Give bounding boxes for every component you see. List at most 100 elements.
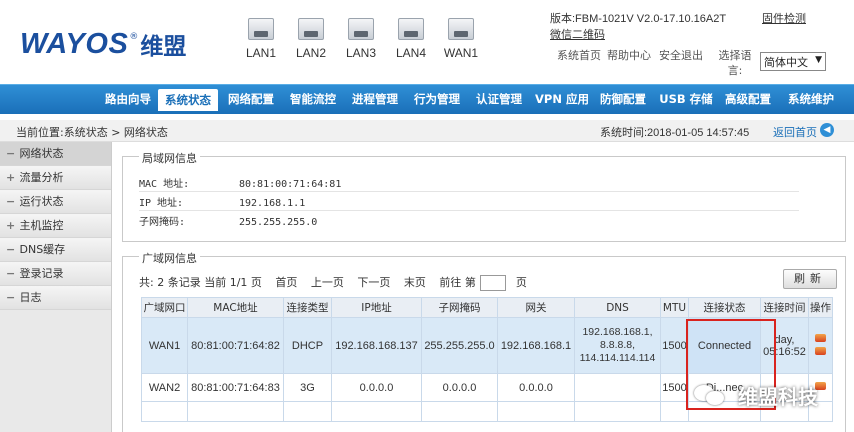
lan-ip-row: IP 地址: 192.168.1.1 <box>139 194 305 209</box>
sidebar-item-run-status[interactable]: − 运行状态 <box>0 190 111 214</box>
port-lan3: LAN3 <box>336 18 386 60</box>
dropdown-arrow-icon: ▼ <box>815 55 822 65</box>
help-center-link[interactable]: 帮助中心 <box>606 48 652 63</box>
sidebar-item-label: 运行状态 <box>19 195 64 208</box>
ethernet-port-icon <box>448 18 474 40</box>
divider <box>139 191 799 192</box>
system-home-link[interactable]: 系统首页 <box>556 48 602 63</box>
goto-label: 前往 第 <box>439 276 476 289</box>
time-line: 05:16:52 <box>763 345 806 358</box>
cell-port: WAN2 <box>141 373 188 402</box>
ethernet-port-icon <box>298 18 324 40</box>
sidebar-item-label: 网络状态 <box>19 147 64 160</box>
nav-system-status[interactable]: 系统状态 <box>158 89 218 111</box>
language-select[interactable]: 简体中文 ▼ <box>760 52 826 71</box>
cell-mac: 80:81:00:71:64:83 <box>187 373 284 402</box>
firmware-check-link[interactable]: 固件检测 <box>762 10 806 26</box>
sidebar-item-host-monitor[interactable]: + 主机监控 <box>0 214 111 238</box>
wan-panel-title: 广域网信息 <box>139 250 200 266</box>
nav-behavior-mgmt[interactable]: 行为管理 <box>407 85 467 114</box>
breadcrumb: 当前位置:系统状态 > 网络状态 <box>16 126 168 139</box>
collapse-icon: − <box>6 147 16 160</box>
nav-advanced-config[interactable]: 高级配置 <box>718 85 778 114</box>
col-mtu: MTU <box>660 297 689 318</box>
language-value: 简体中文 <box>764 56 808 69</box>
location-bar: 当前位置:系统状态 > 网络状态 系统时间:2018-01-05 14:57:4… <box>0 120 854 142</box>
dns-line: 114.114.114.114 <box>579 352 656 364</box>
col-ip: IP地址 <box>331 297 422 318</box>
cell-mtu: 1500 <box>660 317 689 374</box>
sidebar-item-network-status[interactable]: − 网络状态 <box>0 142 111 166</box>
logout-link[interactable]: 安全退出 <box>658 48 704 63</box>
sidebar: − 网络状态 + 流量分析 − 运行状态 + 主机监控 − DNS缓存 − 登录… <box>0 142 112 432</box>
cell-mask: 255.255.255.0 <box>421 317 498 374</box>
time-line: day, <box>774 333 795 346</box>
table-row: WAN1 80:81:00:71:64:82 DHCP 192.168.168.… <box>141 317 833 374</box>
port-label: LAN1 <box>245 46 277 60</box>
last-page-link[interactable]: 末页 <box>404 276 426 289</box>
expand-icon: + <box>6 171 16 184</box>
prev-page-link[interactable]: 上一页 <box>311 276 344 289</box>
collapse-icon: − <box>6 243 16 256</box>
sidebar-item-login-records[interactable]: − 登录记录 <box>0 262 111 286</box>
lan-panel-title: 局域网信息 <box>139 150 200 166</box>
nav-system-maintenance[interactable]: 系统维护 <box>781 85 841 114</box>
nav-auth-mgmt[interactable]: 认证管理 <box>469 85 529 114</box>
cell-dns: 192.168.168.1, 8.8.8.8, 114.114.114.114 <box>574 317 661 374</box>
sidebar-item-label: 流量分析 <box>19 171 64 184</box>
sidebar-item-label: DNS缓存 <box>19 243 66 256</box>
lan-mac-value: 80:81:00:71:64:81 <box>239 179 342 190</box>
port-status-strip: LAN1 LAN2 LAN3 LAN4 WAN1 <box>236 18 486 60</box>
disconnect-action-icon[interactable] <box>815 346 826 355</box>
table-header-row: 广域网口 MAC地址 连接类型 IP地址 子网掩码 网关 DNS MTU 连接状… <box>141 297 833 318</box>
ethernet-port-icon <box>348 18 374 40</box>
collapse-icon: − <box>6 195 16 208</box>
col-gateway: 网关 <box>497 297 575 318</box>
page-number-input[interactable] <box>479 275 506 291</box>
lan-info-panel: 局域网信息 MAC 地址: 80:81:00:71:64:81 IP 地址: 192… <box>122 150 846 242</box>
port-label: LAN4 <box>395 46 427 60</box>
lan-mask-row: 子网掩码: 255.255.255.0 <box>139 213 317 228</box>
nav-process-mgmt[interactable]: 进程管理 <box>345 85 405 114</box>
pagination: 共: 2 条记录 当前 1/1 页 首页 上一页 下一页 末页 前往 第 页 <box>139 274 537 291</box>
next-page-link[interactable]: 下一页 <box>357 276 390 289</box>
nav-usb-storage[interactable]: USB 存储 <box>656 85 716 114</box>
ethernet-port-icon <box>398 18 424 40</box>
col-dns: DNS <box>574 297 661 318</box>
connect-action-icon[interactable] <box>815 333 826 342</box>
dns-line: 8.8.8.8, <box>599 339 636 351</box>
sidebar-item-label: 登录记录 <box>19 267 64 280</box>
refresh-button[interactable]: 刷新 <box>783 269 837 289</box>
back-arrow-icon[interactable]: ◀ <box>820 123 834 137</box>
wechat-qr-link[interactable]: 微信二维码 <box>550 26 605 42</box>
divider <box>139 210 799 211</box>
sidebar-item-dns-cache[interactable]: − DNS缓存 <box>0 238 111 262</box>
firmware-version: 版本:FBM-1021V V2.0-17.10.16A2T <box>550 13 727 25</box>
lan-mask-value: 255.255.255.0 <box>239 217 318 228</box>
nav-vpn[interactable]: VPN 应用 <box>532 85 592 114</box>
cell-dns <box>574 373 661 402</box>
cell-mask: 0.0.0.0 <box>421 373 498 402</box>
port-lan1: LAN1 <box>236 18 286 60</box>
lan-mask-label: 子网掩码: <box>139 217 186 228</box>
watermark: 维盟科技 <box>694 380 818 410</box>
main-nav: 路由向导 系统状态 网络配置 智能流控 进程管理 行为管理 认证管理 VPN 应… <box>0 84 854 114</box>
nav-smart-qos[interactable]: 智能流控 <box>283 85 343 114</box>
cell-port: WAN1 <box>141 317 188 374</box>
nav-defense-config[interactable]: 防御配置 <box>593 85 653 114</box>
cell-type: 3G <box>283 373 332 402</box>
cell-ip: 0.0.0.0 <box>331 373 422 402</box>
sidebar-item-traffic-analysis[interactable]: + 流量分析 <box>0 166 111 190</box>
lan-ip-value: 192.168.1.1 <box>239 198 306 209</box>
port-lan4: LAN4 <box>386 18 436 60</box>
lan-mac-label: MAC 地址: <box>139 179 190 190</box>
nav-setup-wizard[interactable]: 路由向导 <box>98 85 158 114</box>
nav-network-config[interactable]: 网络配置 <box>221 85 281 114</box>
cell-mtu: 1500 <box>660 373 689 402</box>
sidebar-item-logs[interactable]: − 日志 <box>0 286 111 310</box>
back-home-link[interactable]: 返回首页 <box>773 124 817 140</box>
first-page-link[interactable]: 首页 <box>275 276 297 289</box>
cell-type: DHCP <box>283 317 332 374</box>
sidebar-item-label: 日志 <box>19 291 42 304</box>
col-operation: 操作 <box>808 297 833 318</box>
